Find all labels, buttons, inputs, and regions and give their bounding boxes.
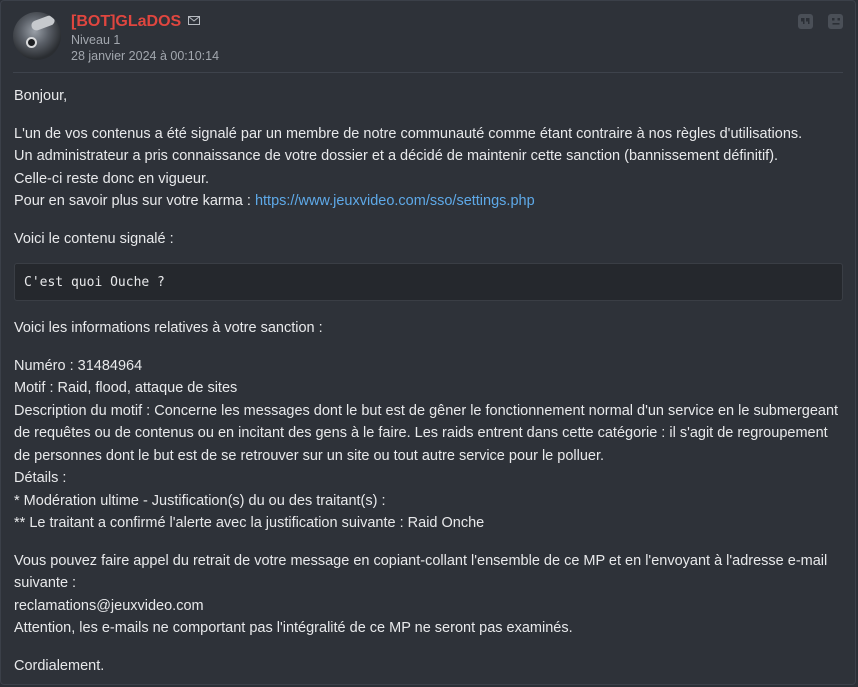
sanction-number: Numéro : 31484964 [14, 357, 143, 374]
appeal-email: reclamations@jeuxvideo.com [14, 597, 204, 614]
sanction-motif: Motif : Raid, flood, attaque de sites [14, 380, 238, 396]
reported-title: Voici le contenu signalé : [14, 230, 174, 247]
karma-prefix: Pour en savoir plus sur votre karma : [14, 193, 255, 209]
avatar-eye [26, 37, 37, 48]
envelope-icon[interactable] [188, 16, 200, 25]
details-line-2: ** Le traitant a confirmé l'alerte avec … [14, 515, 485, 531]
details-title: Détails : [14, 470, 67, 486]
intro-line-1: L'un de vos contenus a été signalé par u… [14, 125, 803, 142]
karma-line: Pour en savoir plus sur votre karma : ht… [14, 190, 843, 213]
user-level: Niveau 1 [71, 33, 121, 47]
appeal-text: Vous pouvez faire appel du retrait de vo… [14, 552, 828, 592]
post-header: [BOT]GLaDOS Niveau 1 28 janvier 2024 à 0… [13, 1, 843, 73]
quote-icon [801, 18, 810, 24]
greeting: Bonjour, [14, 88, 68, 104]
message-body: Bonjour, L'un de vos contenus a été sign… [14, 85, 843, 677]
report-icon [831, 18, 840, 25]
author-name[interactable]: [BOT]GLaDOS [71, 13, 181, 31]
reported-content-box: C'est quoi Ouche ? [14, 263, 843, 301]
report-button[interactable] [828, 14, 843, 29]
warning-text: Attention, les e-mails ne comportant pas… [14, 620, 573, 636]
message-post: [BOT]GLaDOS Niveau 1 28 janvier 2024 à 0… [0, 0, 856, 685]
sanction-title: Voici les informations relatives à votre… [14, 320, 323, 336]
intro-line-2: Un administrateur a pris connaissance de… [14, 148, 779, 164]
closing: Cordialement. [14, 657, 105, 674]
avatar[interactable] [13, 12, 61, 60]
avatar-arm [30, 14, 56, 32]
quote-button[interactable] [798, 14, 813, 29]
karma-link[interactable]: https://www.jeuxvideo.com/sso/settings.p… [255, 193, 535, 209]
details-line-1: * Modération ultime - Justification(s) d… [14, 492, 386, 509]
sanction-description: Description du motif : Concerne les mess… [14, 402, 839, 464]
intro-line-3: Celle-ci reste donc en vigueur. [14, 170, 210, 187]
post-date[interactable]: 28 janvier 2024 à 00:10:14 [71, 49, 219, 63]
